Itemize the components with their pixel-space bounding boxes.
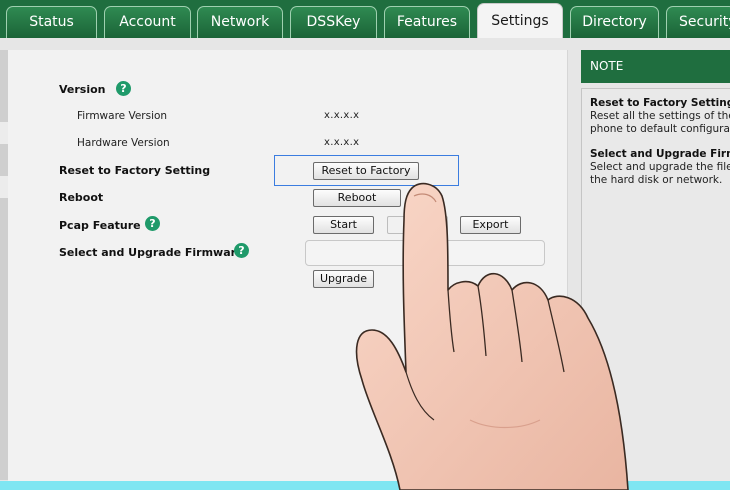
version-heading: Version	[59, 83, 106, 96]
upgrade-button[interactable]: Upgrade	[313, 270, 374, 288]
firmware-file-field[interactable]	[305, 240, 545, 266]
note-header: NOTE	[581, 50, 730, 83]
tab-directory[interactable]: Directory	[570, 6, 659, 38]
pcap-export-button[interactable]: Export	[460, 216, 521, 234]
tab-network[interactable]: Network	[197, 6, 283, 38]
sidebar-edge	[0, 50, 8, 480]
tab-settings[interactable]: Settings	[477, 3, 563, 38]
tab-security[interactable]: Security	[666, 6, 730, 38]
version-help-icon[interactable]: ?	[116, 81, 131, 96]
pcap-feature-label: Pcap Feature	[59, 219, 141, 232]
pcap-stop-button[interactable]: Stop	[387, 216, 448, 234]
upgrade-help-icon[interactable]: ?	[234, 243, 249, 258]
note-reset-title: Reset to Factory Setting	[590, 97, 730, 109]
pcap-help-icon[interactable]: ?	[145, 216, 160, 231]
note-upgrade-line1: Select and upgrade the file from	[590, 161, 730, 173]
reboot-button[interactable]: Reboot	[313, 189, 401, 207]
tab-dsskey[interactable]: DSSKey	[290, 6, 377, 38]
tab-bar: Status Account Network DSSKey Features S…	[0, 0, 730, 38]
hardware-version-label: Hardware Version	[77, 137, 170, 149]
tab-account[interactable]: Account	[104, 6, 191, 38]
pcap-start-button[interactable]: Start	[313, 216, 374, 234]
tab-status[interactable]: Status	[6, 6, 97, 38]
firmware-version-value: x.x.x.x	[324, 110, 360, 121]
note-reset-line1: Reset all the settings of the	[590, 110, 730, 122]
reset-factory-label: Reset to Factory Setting	[59, 164, 211, 177]
note-reset-line2: phone to default configuration.	[590, 123, 730, 135]
tab-features[interactable]: Features	[384, 6, 470, 38]
note-upgrade-title: Select and Upgrade Firmware	[590, 148, 730, 160]
note-upgrade-line2: the hard disk or network.	[590, 174, 723, 186]
note-content: Reset to Factory Setting Reset all the s…	[581, 88, 730, 482]
bottom-strip	[0, 481, 730, 490]
hardware-version-value: x.x.x.x	[324, 137, 360, 148]
reset-to-factory-button[interactable]: Reset to Factory	[313, 162, 419, 180]
upgrade-firmware-label: Select and Upgrade Firmware	[59, 246, 244, 259]
firmware-version-label: Firmware Version	[77, 110, 168, 122]
reboot-label: Reboot	[59, 191, 104, 204]
